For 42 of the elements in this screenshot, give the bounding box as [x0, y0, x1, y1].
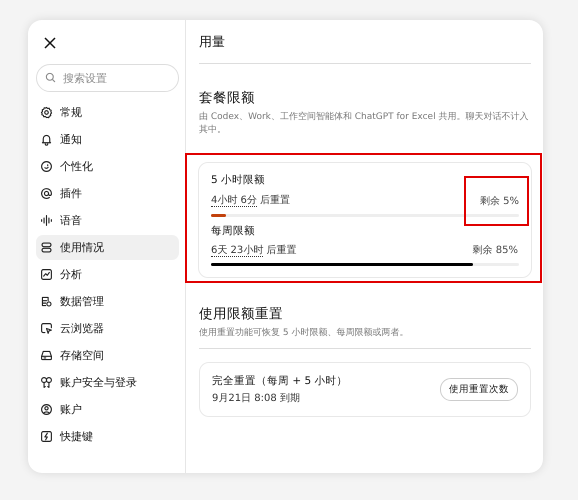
sidebar-item[interactable]: 账户	[36, 397, 179, 422]
remaining-text: 剩余 5%	[464, 176, 529, 226]
waveform-icon	[40, 214, 53, 227]
reset-time: 4小时 6分 后重置	[211, 194, 290, 208]
sidebar-item[interactable]: 个性化	[36, 154, 179, 179]
reset-time: 6天 23小时 后重置	[211, 244, 296, 258]
section-title: 使用限额重置	[199, 305, 284, 324]
user-circle-icon	[40, 403, 53, 416]
section-description: 使用重置功能可恢复 5 小时限额、每周限额或两者。	[199, 327, 410, 340]
limit-name: 每周限额	[211, 224, 256, 238]
sidebar-item[interactable]: 存储空间	[36, 343, 179, 368]
sidebar-item[interactable]: 分析	[36, 262, 179, 287]
at-sign-icon	[40, 187, 53, 200]
reset-title: 完全重置（每周 + 5 小时）	[212, 374, 348, 388]
keys-icon	[40, 376, 53, 389]
database-icon	[40, 295, 53, 308]
sidebar-item[interactable]: 快捷键	[36, 424, 179, 449]
browser-icon	[40, 322, 53, 335]
stack-icon	[40, 241, 53, 254]
search-icon	[45, 72, 56, 83]
use-reset-button[interactable]: 使用重置次数	[440, 378, 518, 402]
page-title: 用量	[199, 33, 531, 64]
section-title: 套餐限额	[199, 89, 256, 107]
bell-icon	[40, 133, 53, 146]
sidebar-item[interactable]: 常规	[36, 100, 179, 125]
storage-icon	[40, 349, 53, 362]
gear-icon	[40, 106, 53, 119]
smiley-icon	[40, 160, 53, 173]
lightning-icon	[40, 430, 53, 443]
chart-icon	[40, 268, 53, 281]
search-field[interactable]: 搜索设置	[36, 64, 179, 92]
remaining-text: 剩余 85%	[472, 244, 519, 258]
sidebar-item[interactable]: 插件	[36, 181, 179, 206]
sidebar-item[interactable]: 数据管理	[36, 289, 179, 314]
section-description: 由 Codex、Work、工作空间智能体和 ChatGPT for Excel 共用。聊天对话不计入其中。	[199, 111, 530, 138]
sidebar-item[interactable]: 云浏览器	[36, 316, 179, 341]
expiry-text: 9月21日 8:08 到期	[212, 392, 301, 406]
limit-name: 5 小时限额	[211, 173, 266, 188]
sidebar-item[interactable]: 使用情况	[36, 235, 179, 260]
sidebar-item[interactable]: 通知	[36, 127, 179, 152]
sidebar-item[interactable]: 语音	[36, 208, 179, 233]
sidebar-item[interactable]: 账户安全与登录	[36, 370, 179, 395]
